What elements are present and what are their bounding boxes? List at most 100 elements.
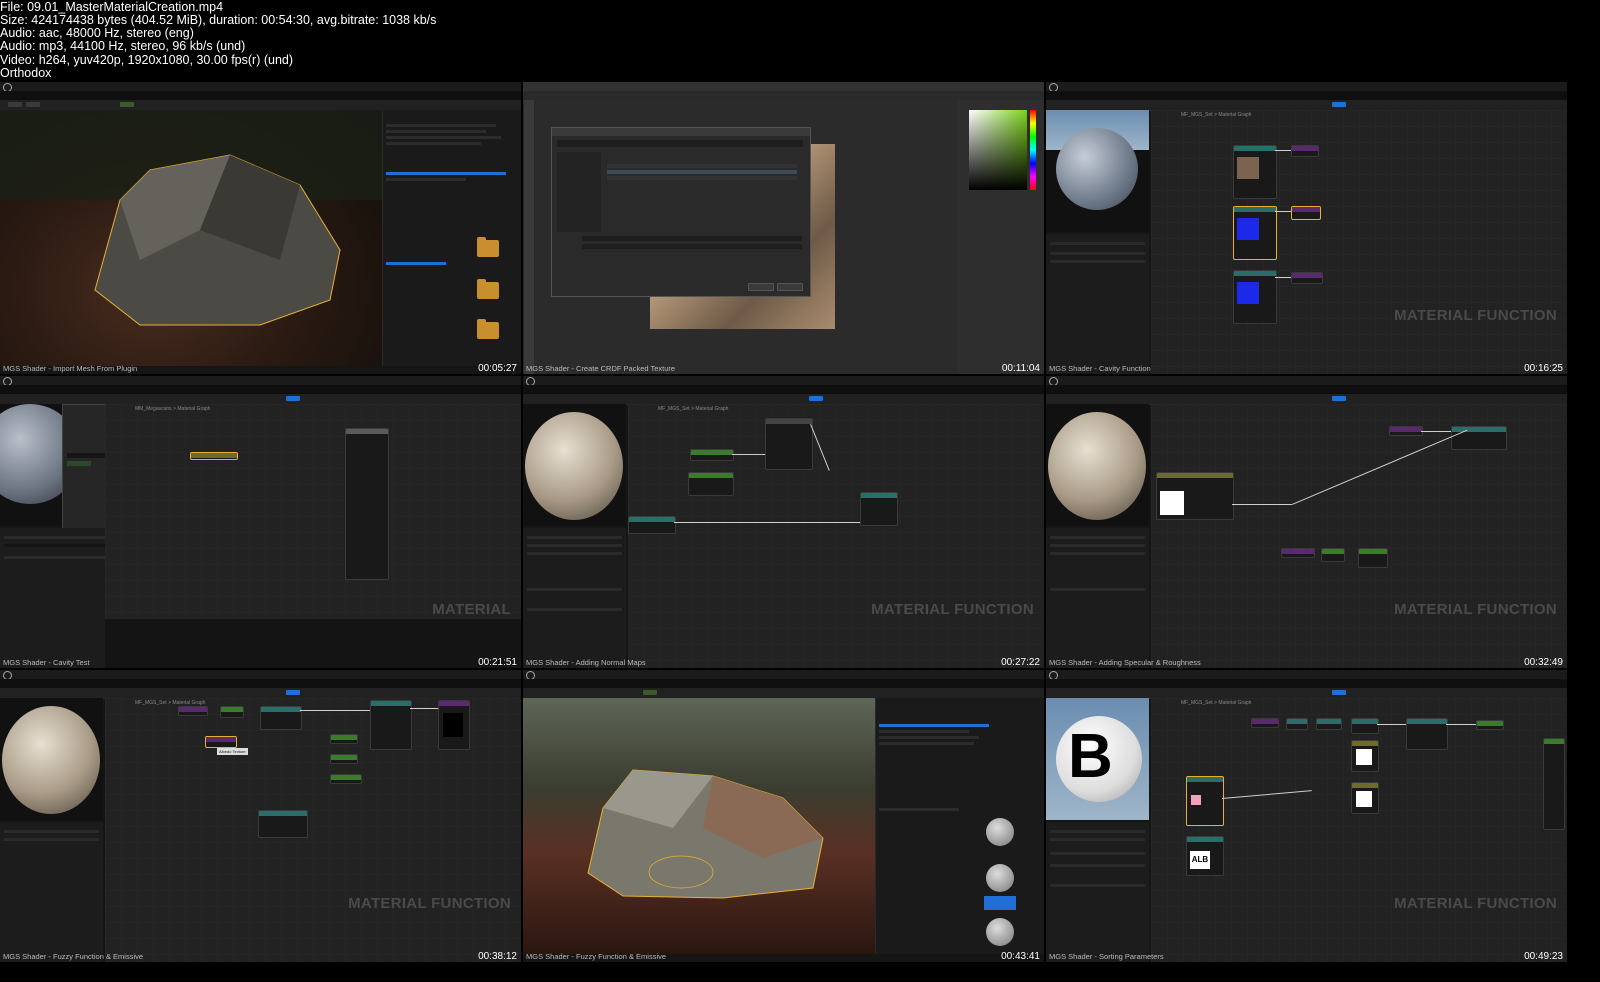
material-graph[interactable]: MF_MGS_Set > Material Graph MATERIAL FUN… [1151,110,1567,374]
math-node[interactable] [1286,718,1308,730]
texture-sample-node[interactable] [688,472,734,496]
function-input-node[interactable] [1156,472,1234,520]
material-preview[interactable] [1046,404,1149,526]
math-node[interactable] [260,706,302,730]
thumbnail-timestamp: 00:21:51 [478,657,517,668]
apply-button[interactable] [286,396,300,401]
thumbnail-4[interactable]: MM_Megascans > Material Graph MATERIAL M… [0,376,521,668]
search-result[interactable] [67,461,91,466]
output-node[interactable] [1291,206,1321,220]
level-viewport[interactable] [0,110,382,366]
function-call-node[interactable] [190,452,238,460]
texture-node[interactable] [1233,206,1277,260]
format-select[interactable] [582,244,802,249]
details-panel[interactable] [0,822,103,962]
function-input-node[interactable] [258,810,308,838]
save-button[interactable] [748,283,774,291]
selected-asset[interactable] [984,896,1016,910]
thumbnail-1[interactable]: MGS Shader - Import Mesh From Plugin 00:… [0,82,521,374]
function-output-node[interactable] [438,700,470,750]
material-graph[interactable]: MATERIAL FUNCTION [1151,404,1567,668]
thumbnail-2[interactable]: MGS Shader - Create CRDF Packed Texture … [523,82,1044,374]
details-panel[interactable] [1046,234,1149,374]
thumbnail-3[interactable]: MF_MGS_Set > Material Graph MATERIAL FUN… [1046,82,1567,374]
material-preview[interactable]: B [1046,698,1149,820]
math-node[interactable] [765,418,813,470]
texture-node[interactable] [1233,270,1277,324]
file-name-field[interactable] [582,236,802,241]
material-graph[interactable]: MM_Megascans > Material Graph MATERIAL [105,404,521,668]
tools-panel[interactable] [523,100,534,374]
material-result-node[interactable] [345,428,389,580]
folder-icon[interactable] [477,237,499,257]
toolbar-button[interactable] [8,102,22,107]
material-preview[interactable] [1046,110,1149,232]
color-panel[interactable] [956,100,1044,374]
texture-node[interactable] [1233,145,1277,199]
texture-node[interactable] [178,706,208,716]
math-node[interactable] [1351,718,1379,734]
output-node[interactable] [1291,272,1323,284]
outliner-panel[interactable] [875,698,1044,954]
function-input-node[interactable] [628,516,676,534]
thumbnail-6[interactable]: MATERIAL FUNCTION MGS Shader - Adding Sp… [1046,376,1567,668]
uploader-line: Orthodox [0,66,52,80]
toolbar-button[interactable] [26,102,40,107]
details-panel[interactable] [1046,528,1149,668]
play-button[interactable] [120,102,134,107]
outliner-panel[interactable] [382,110,521,366]
apply-button[interactable] [1332,690,1346,695]
parameter-node[interactable] [1389,426,1423,436]
output-node[interactable] [1291,145,1319,157]
folder-tree[interactable] [557,152,601,232]
parameter-node[interactable] [330,734,358,744]
parameter-node[interactable] [330,774,362,784]
cancel-button[interactable] [777,283,803,291]
math-node[interactable] [220,706,244,718]
texture-node[interactable] [1251,718,1279,728]
thumbnail-5[interactable]: MF_MGS_Set > Material Graph MATERIAL FUN… [523,376,1044,668]
path-field[interactable] [557,140,803,147]
color-picker[interactable] [969,110,1027,190]
output-nodes[interactable] [1543,738,1565,830]
material-preview[interactable] [523,404,626,526]
math-node[interactable] [1316,718,1342,730]
apply-button[interactable] [809,396,823,401]
function-output-node[interactable] [1451,426,1507,450]
details-panel[interactable] [1046,822,1149,962]
apply-button[interactable] [1332,396,1346,401]
thumbnail-9[interactable]: B MF_MGS_Set > Material Graph ALB MATERI… [1046,670,1567,962]
math-node[interactable] [1321,548,1345,562]
texture-sample-node[interactable]: ALB [1186,836,1224,876]
thumbnail-8[interactable]: MGS Shader - Fuzzy Function & Emissive 0… [523,670,1044,962]
make-material-attributes-node[interactable] [1406,718,1448,750]
function-output-node[interactable] [860,492,898,526]
material-graph[interactable]: MF_MGS_Set > Material Graph ALB MATERIAL… [1151,698,1567,962]
normal-texture-node[interactable] [690,449,734,461]
asset-thumbnail[interactable] [986,818,1014,846]
folder-icon[interactable] [477,319,499,339]
material-graph[interactable]: MF_MGS_Set > Material Graph MATERIAL FUN… [628,404,1044,668]
asset-thumbnail[interactable] [986,918,1014,946]
asset-thumbnail[interactable] [986,864,1014,892]
apply-button[interactable] [286,690,300,695]
make-material-attributes-node[interactable] [370,700,412,750]
albedo-texture-node[interactable] [205,736,237,748]
thumbnail-7[interactable]: MF_MGS_Set > Material Graph Albedo Textu… [0,670,521,962]
play-button[interactable] [643,690,657,695]
hue-slider[interactable] [1030,110,1036,190]
material-preview[interactable] [0,698,103,820]
level-viewport[interactable] [523,698,875,954]
math-node[interactable] [1358,548,1388,568]
material-graph[interactable]: MF_MGS_Set > Material Graph Albedo Textu… [105,698,521,962]
folder-icon[interactable] [477,279,499,299]
texture-sample-node[interactable] [1186,776,1224,826]
texture-node[interactable] [1281,548,1315,558]
parameter-node[interactable] [1351,782,1379,814]
save-as-dialog[interactable] [551,127,811,297]
output-node[interactable] [1476,720,1504,730]
parameter-node[interactable] [1351,740,1379,772]
parameter-node[interactable] [330,754,358,764]
details-panel[interactable] [523,528,626,668]
apply-button[interactable] [1332,102,1346,107]
